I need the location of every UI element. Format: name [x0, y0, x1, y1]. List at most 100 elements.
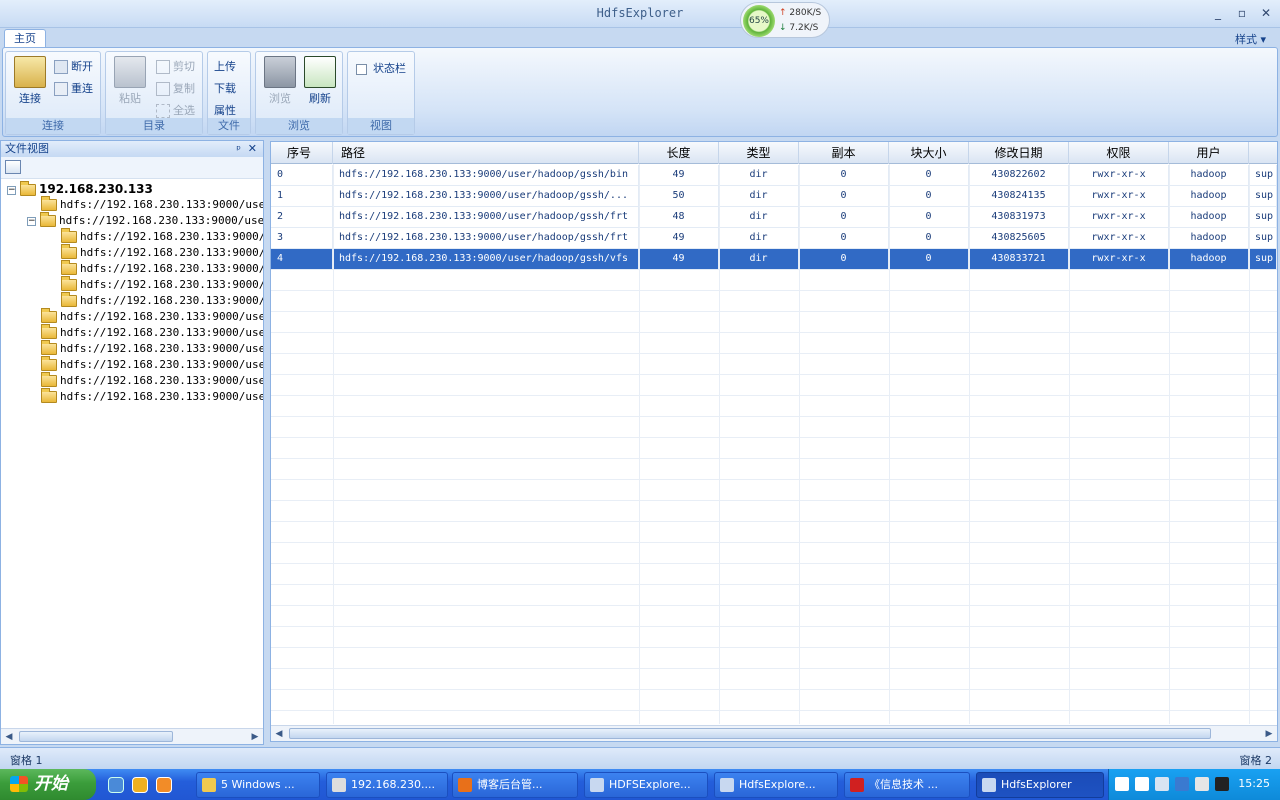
minimize-button[interactable]: _ [1208, 4, 1228, 22]
collapse-icon[interactable]: − [7, 185, 16, 195]
media-icon[interactable] [132, 777, 148, 793]
pin-icon[interactable]: ᵖ [236, 142, 241, 157]
taskbar-button[interactable]: 5 Windows ... [196, 772, 320, 798]
scroll-thumb[interactable] [19, 731, 173, 742]
refresh-icon [304, 56, 336, 88]
maximize-button[interactable]: ▫ [1232, 4, 1252, 22]
tree-node[interactable]: hdfs://192.168.230.133:9000/user/ [41, 308, 263, 325]
col-index[interactable]: 序号 [271, 142, 333, 164]
col-type[interactable]: 类型 [719, 142, 799, 164]
disconnect-button[interactable]: 断开 [54, 58, 93, 76]
close-icon[interactable]: ✕ [248, 141, 257, 156]
cell-user: hadoop [1169, 249, 1249, 270]
scroll-right-icon[interactable]: ▶ [247, 729, 263, 745]
empty-row [271, 480, 1277, 501]
taskbar-button[interactable]: HdfsExplorer [976, 772, 1104, 798]
paste-button[interactable]: 粘贴 [110, 56, 150, 105]
copy-button[interactable]: 复制 [156, 80, 195, 98]
upload-button[interactable]: 上传 [214, 58, 236, 76]
table-row[interactable]: 0 hdfs://192.168.230.133:9000/user/hadoop… [271, 165, 1277, 186]
statusbar-checkbox[interactable]: 状态栏 [356, 60, 406, 78]
cell-permission: rwxr-xr-x [1069, 165, 1169, 186]
refresh-button[interactable]: 刷新 [300, 56, 340, 105]
taskbar-button-label: HDFSExplore... [609, 778, 691, 791]
tree-root[interactable]: −192.168.230.133 [7, 181, 153, 197]
folder-icon [61, 276, 77, 291]
tree-node[interactable]: hdfs://192.168.230.133:9000/user/ [41, 340, 263, 357]
browse-label: 浏览 [269, 92, 291, 105]
cell-path: hdfs://192.168.230.133:9000/user/hadoop/… [333, 165, 639, 186]
qq-icon[interactable] [1215, 777, 1229, 791]
tree-node[interactable]: − hdfs://192.168.230.133:9000/user/ [27, 212, 263, 229]
tree-view-icon[interactable] [5, 160, 21, 174]
col-path[interactable]: 路径 [333, 142, 639, 164]
shield-icon[interactable] [1175, 777, 1189, 791]
scroll-left-icon[interactable]: ◀ [1, 729, 17, 745]
tree-horizontal-scrollbar[interactable]: ◀ ▶ [1, 728, 263, 744]
tree-node[interactable]: hdfs://192.168.230.133:9000/user/ [41, 372, 263, 389]
empty-row [271, 669, 1277, 690]
network-speed-widget[interactable]: 65% ↑ 280K/S ↓ 7.2K/S [740, 2, 830, 38]
connect-button[interactable]: 连接 [10, 56, 50, 105]
col-group[interactable] [1249, 142, 1277, 164]
table-row[interactable]: 2 hdfs://192.168.230.133:9000/user/hadoop… [271, 207, 1277, 228]
table-row[interactable]: 1 hdfs://192.168.230.133:9000/user/hadoop… [271, 186, 1277, 207]
checkbox-icon[interactable] [356, 63, 367, 75]
scroll-right-icon[interactable]: ▶ [1261, 726, 1277, 742]
cell-length: 49 [639, 165, 719, 186]
cell-index: 0 [271, 165, 333, 186]
browser-icon[interactable] [156, 777, 172, 793]
tree-node[interactable]: hdfs://192.168.230.133:9000/us [61, 260, 263, 277]
tree-node[interactable]: hdfs://192.168.230.133:9000/us [61, 228, 263, 245]
paste-icon [114, 56, 146, 88]
tree-node[interactable]: hdfs://192.168.230.133:9000/us [61, 244, 263, 261]
table-row[interactable]: 3 hdfs://192.168.230.133:9000/user/hadoop… [271, 228, 1277, 249]
taskbar: 开始 5 Windows ... 192.168.230.... 博客后台管... H… [0, 769, 1280, 800]
volume-icon[interactable] [1195, 777, 1209, 791]
keyboard-icon[interactable] [1115, 777, 1129, 791]
folder-icon [41, 196, 57, 211]
download-button[interactable]: 下载 [214, 80, 236, 98]
taskbar-button[interactable]: 192.168.230.... [326, 772, 448, 798]
col-user[interactable]: 用户 [1169, 142, 1249, 164]
col-replicas[interactable]: 副本 [799, 142, 889, 164]
tree-node[interactable]: hdfs://192.168.230.133:9000/user/ [41, 388, 263, 405]
taskbar-button[interactable]: HdfsExplore... [714, 772, 838, 798]
help-icon[interactable] [1135, 777, 1149, 791]
taskbar-button[interactable]: HDFSExplore... [584, 772, 708, 798]
col-modified[interactable]: 修改日期 [969, 142, 1069, 164]
cut-button[interactable]: 剪切 [156, 58, 195, 76]
tree-node[interactable]: hdfs://192.168.230.133:9000/user/ [41, 196, 263, 213]
taskbar-button[interactable]: 博客后台管... [452, 772, 578, 798]
browse-button[interactable]: 浏览 [260, 56, 300, 105]
cell-index: 3 [271, 228, 333, 249]
col-permission[interactable]: 权限 [1069, 142, 1169, 164]
status-pane-left: 窗格 1 [10, 754, 43, 767]
cell-blocksize: 0 [889, 207, 969, 228]
network-icon[interactable] [1155, 777, 1169, 791]
reconnect-button[interactable]: 重连 [54, 80, 93, 98]
tree-node[interactable]: hdfs://192.168.230.133:9000/us [61, 276, 263, 293]
scroll-thumb[interactable] [289, 728, 1211, 739]
col-blocksize[interactable]: 块大小 [889, 142, 969, 164]
cell-length: 49 [639, 228, 719, 249]
scroll-left-icon[interactable]: ◀ [271, 726, 287, 742]
col-length[interactable]: 长度 [639, 142, 719, 164]
taskbar-button[interactable]: 《信息技术 ... [844, 772, 970, 798]
cell-permission: rwxr-xr-x [1069, 249, 1169, 270]
ie-icon[interactable] [108, 777, 124, 793]
cell-length: 49 [639, 249, 719, 270]
tree-node[interactable]: hdfs://192.168.230.133:9000/us [61, 292, 263, 309]
folder-icon [41, 372, 57, 387]
style-menu[interactable]: 样式 ▾ [1235, 31, 1266, 47]
start-button[interactable]: 开始 [0, 769, 96, 800]
group-label-file: 文件 [208, 118, 250, 134]
collapse-icon[interactable]: − [27, 216, 36, 226]
file-view-toolbar [1, 157, 263, 179]
close-button[interactable]: ✕ [1256, 4, 1276, 22]
tree-node[interactable]: hdfs://192.168.230.133:9000/user/ [41, 324, 263, 341]
table-row[interactable]: 4 hdfs://192.168.230.133:9000/user/hadoop… [271, 249, 1277, 270]
tab-home[interactable]: 主页 [4, 29, 46, 48]
tree-node[interactable]: hdfs://192.168.230.133:9000/user/ [41, 356, 263, 373]
grid-horizontal-scrollbar[interactable]: ◀ ▶ [271, 725, 1277, 741]
